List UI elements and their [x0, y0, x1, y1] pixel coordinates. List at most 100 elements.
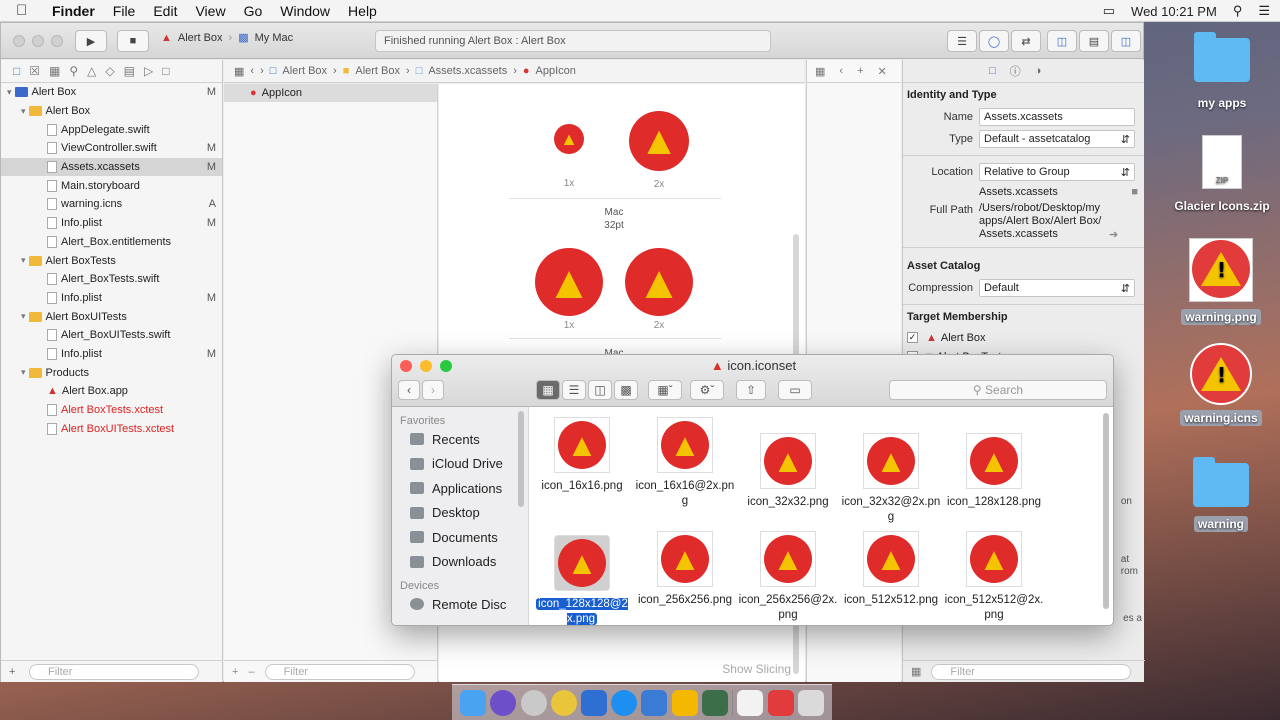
- launchpad-dock-icon[interactable]: [520, 689, 547, 716]
- jump-item[interactable]: Alert Box: [282, 65, 327, 77]
- close-icon[interactable]: ✕: [878, 65, 887, 78]
- show-slicing-button[interactable]: Show Slicing: [722, 662, 791, 676]
- app-store-dock-icon[interactable]: [611, 689, 638, 716]
- sidebar-item-downloads[interactable]: Downloads: [392, 550, 528, 575]
- add-asset-icon[interactable]: +: [232, 666, 238, 678]
- spotlight-icon[interactable]: ⚲: [1233, 3, 1243, 19]
- disclosure-icon[interactable]: ▾: [21, 367, 26, 378]
- slot-128-2x[interactable]: ▲ 2x: [625, 248, 693, 331]
- back-icon[interactable]: ‹: [250, 65, 254, 77]
- apple-menu-icon[interactable]: : [16, 2, 38, 19]
- back-button[interactable]: ‹: [398, 380, 420, 400]
- test-tab-icon[interactable]: ◇: [105, 64, 114, 78]
- slot-32-1x[interactable]: ▲ 1x: [551, 124, 587, 189]
- menu-edit[interactable]: Edit: [153, 3, 177, 19]
- zoom-button[interactable]: [51, 35, 63, 47]
- tree-row[interactable]: Alert BoxUITests.xctest: [1, 419, 222, 438]
- asset-item-appicon[interactable]: ● AppIcon: [224, 84, 437, 102]
- related-items-icon[interactable]: ▦: [815, 65, 825, 78]
- tree-row[interactable]: ▾ Alert BoxUITests: [1, 307, 222, 326]
- tree-row[interactable]: Info.plist M: [1, 214, 222, 233]
- tree-row[interactable]: Info.plist M: [1, 289, 222, 308]
- type-popup[interactable]: Default - assetcatalog ⇵: [979, 130, 1135, 148]
- sidebar-item-recents[interactable]: Recents: [392, 427, 528, 452]
- file-item[interactable]: ▲ icon_32x32@2x.png: [841, 433, 941, 525]
- tree-row[interactable]: ▾ Alert Box: [1, 102, 222, 121]
- list-view-button[interactable]: ☰: [562, 380, 586, 400]
- sidebar-item-icloud-drive[interactable]: iCloud Drive: [392, 452, 528, 477]
- assistant-editor-icon[interactable]: ◯: [979, 30, 1009, 52]
- file-item[interactable]: ▲ icon_256x256.png: [635, 531, 735, 608]
- menu-file[interactable]: File: [113, 3, 136, 19]
- navigator-filter[interactable]: Filter: [29, 663, 199, 680]
- toggle-navigator-icon[interactable]: ◫: [1047, 30, 1077, 52]
- debug-tab-icon[interactable]: ▤: [124, 64, 135, 78]
- tree-row[interactable]: Alert_Box.entitlements: [1, 233, 222, 252]
- find-tab-icon[interactable]: ⚲: [69, 64, 78, 78]
- forward-icon[interactable]: ›: [260, 65, 264, 77]
- sidebar-item-applications[interactable]: Applications: [392, 476, 528, 501]
- slot-32-2x[interactable]: ▲ 2x: [627, 111, 691, 190]
- toggle-inspector-icon[interactable]: ◫: [1111, 30, 1141, 52]
- share-icon[interactable]: ⇧: [736, 380, 766, 400]
- tree-row[interactable]: warning.icns A: [1, 195, 222, 214]
- tree-row[interactable]: ▾ Alert Box M: [1, 83, 222, 102]
- file-item[interactable]: ▲ icon_128x128@2x.png: [532, 535, 632, 625]
- file-item[interactable]: ▲ icon_512x512@2x.png: [944, 531, 1044, 623]
- version-editor-icon[interactable]: ⇄: [1011, 30, 1041, 52]
- desktop-zip-file[interactable]: ZIP Glacier Icons.zip: [1170, 135, 1274, 213]
- file-item[interactable]: ▲ icon_16x16.png: [532, 417, 632, 494]
- clock[interactable]: Wed 10:21 PM: [1131, 4, 1217, 19]
- tree-row[interactable]: ViewController.swift M: [1, 139, 222, 158]
- search-field[interactable]: ⚲ Search: [889, 380, 1107, 400]
- grid-view-icon[interactable]: ▦: [911, 665, 921, 678]
- jump-item[interactable]: Alert Box: [355, 65, 400, 77]
- desktop-folder-my-apps[interactable]: my apps: [1180, 32, 1264, 110]
- sidebar-scrollbar[interactable]: [518, 411, 524, 507]
- compression-popup[interactable]: Default ⇵: [979, 279, 1135, 297]
- xcode-dock-icon[interactable]: [641, 689, 668, 716]
- notification-center-icon[interactable]: ☰: [1258, 3, 1270, 19]
- sidebar-item-desktop[interactable]: Desktop: [392, 501, 528, 526]
- preview-dock-icon[interactable]: [580, 689, 607, 716]
- jump-item[interactable]: Assets.xcassets: [428, 65, 507, 77]
- stop-button[interactable]: ■: [117, 30, 149, 52]
- standard-editor-icon[interactable]: ☰: [947, 30, 977, 52]
- warning-dock-icon[interactable]: [767, 689, 794, 716]
- related-items-icon[interactable]: ▦: [234, 65, 244, 78]
- close-button[interactable]: [13, 35, 25, 47]
- tree-row[interactable]: Alert_BoxTests.swift: [1, 270, 222, 289]
- desktop-warning-png[interactable]: warning.png: [1178, 238, 1264, 325]
- run-button[interactable]: ▶: [75, 30, 107, 52]
- help-inspector-icon[interactable]: ⓘ: [1010, 63, 1021, 79]
- menu-window[interactable]: Window: [280, 3, 330, 19]
- scheme-selector[interactable]: ▲ Alert Box › ▩ My Mac: [161, 31, 293, 45]
- asset-filter[interactable]: Filter: [264, 663, 415, 680]
- column-view-button[interactable]: ◫: [588, 380, 612, 400]
- tree-row[interactable]: Alert BoxTests.xctest: [1, 401, 222, 420]
- file-item[interactable]: ▲ icon_128x128.png: [944, 433, 1044, 510]
- menu-help[interactable]: Help: [348, 3, 377, 19]
- library-filter[interactable]: Filter: [931, 663, 1132, 680]
- source-control-tab-icon[interactable]: ☒: [29, 64, 40, 78]
- file-item[interactable]: ▲ icon_16x16@2x.png: [635, 417, 735, 509]
- report-tab-icon[interactable]: □: [162, 64, 169, 78]
- toggle-debug-icon[interactable]: ▤: [1079, 30, 1109, 52]
- gallery-view-button[interactable]: ▩: [614, 380, 638, 400]
- finder-dock-icon[interactable]: [460, 689, 487, 716]
- attributes-inspector-icon[interactable]: ◑: [1035, 65, 1042, 77]
- chrome-dock-icon[interactable]: [550, 689, 577, 716]
- minimize-button[interactable]: [32, 35, 44, 47]
- back-icon[interactable]: ‹: [839, 65, 843, 77]
- menu-go[interactable]: Go: [244, 3, 263, 19]
- tree-row[interactable]: Assets.xcassets M: [1, 157, 222, 177]
- tree-row[interactable]: Alert_BoxUITests.swift: [1, 326, 222, 345]
- tree-row[interactable]: ▲ Alert Box.app: [1, 382, 222, 401]
- target-checkbox[interactable]: ✓: [907, 332, 918, 343]
- document-dock-icon[interactable]: [737, 689, 764, 716]
- sidebar-item-remote-disc[interactable]: Remote Disc: [392, 592, 528, 617]
- desktop-folder-warning[interactable]: warning: [1178, 457, 1264, 532]
- location-popup[interactable]: Relative to Group ⇵: [979, 163, 1135, 181]
- tree-row[interactable]: AppDelegate.swift: [1, 120, 222, 139]
- jump-item[interactable]: AppIcon: [536, 65, 576, 77]
